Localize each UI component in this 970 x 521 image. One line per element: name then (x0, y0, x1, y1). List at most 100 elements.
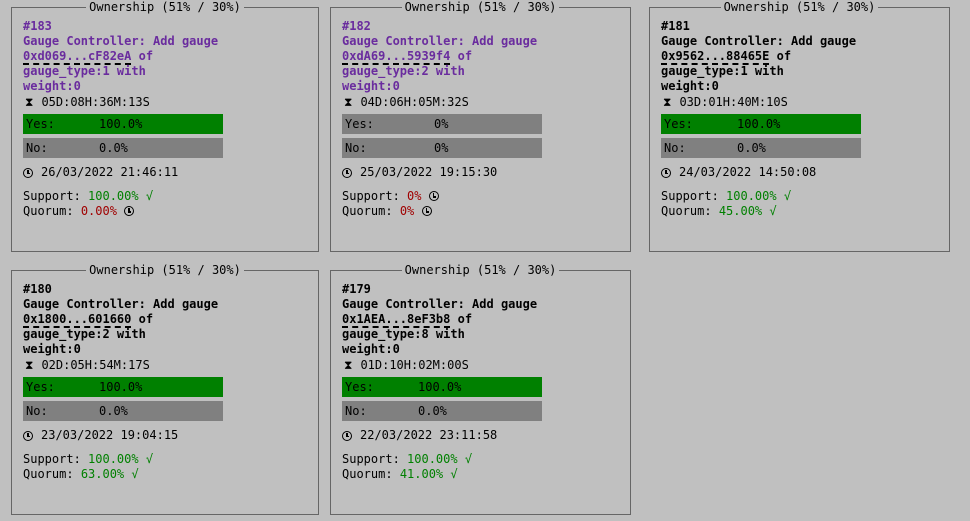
gauge-address[interactable]: 0xd069...cF82eA (23, 49, 132, 65)
proposal-title-line1: Gauge Controller: Add gauge (342, 297, 538, 311)
proposal-title-line2: 0x1800...601660 of (23, 312, 323, 328)
yes-label: Yes: (26, 117, 55, 131)
quorum-label: Quorum: (342, 204, 393, 218)
gauge-address[interactable]: 0xdA69...5939f4 (342, 49, 451, 65)
quorum-label: Quorum: (342, 467, 393, 481)
time-remaining: ⧗ 05D:08H:36M:13S (23, 95, 323, 110)
yes-percent: 100.0% (418, 380, 462, 394)
gauge-address[interactable]: 0x1800...601660 (23, 312, 132, 328)
proposal-stats: Support: 100.00% √ Quorum: 45.00% √ (661, 189, 961, 219)
hourglass-icon: ⧗ (25, 358, 34, 372)
date-value: 24/03/2022 14:50:08 (679, 165, 817, 179)
support-value: 100.00% √ (407, 452, 473, 466)
proposal-title-line2: 0x9562...88465E of (661, 49, 961, 65)
card-legend: Ownership (51% / 30%) (12, 263, 318, 277)
no-percent: 0.0% (418, 404, 447, 418)
proposal-title[interactable]: Gauge Controller: Add gauge 0xdA69...593… (342, 34, 642, 94)
title-of: of (131, 312, 154, 326)
timer-value: 03D:01H:40M:10S (679, 95, 788, 109)
proposal-title[interactable]: Gauge Controller: Add gauge 0x1800...601… (23, 297, 323, 357)
yes-label: Yes: (345, 380, 374, 394)
proposal-title-line4: weight:0 (23, 342, 81, 356)
proposal-title-line3: gauge_type:1 with (661, 64, 784, 78)
proposal-title[interactable]: Gauge Controller: Add gauge 0x1AEA...8eF… (342, 297, 642, 357)
proposal-title-line1: Gauge Controller: Add gauge (342, 34, 538, 48)
no-label: No: (26, 404, 48, 418)
card-body: #181 Gauge Controller: Add gauge 0x9562.… (661, 19, 961, 219)
date-value: 23/03/2022 19:04:15 (41, 428, 179, 442)
gauge-address[interactable]: 0x1AEA...8eF3b8 (342, 312, 451, 328)
proposal-number[interactable]: #181 (661, 19, 961, 34)
time-remaining: ⧗ 02D:05H:54M:17S (23, 358, 323, 373)
no-label: No: (345, 404, 367, 418)
hourglass-icon: ⧗ (344, 358, 353, 372)
quorum-row: Quorum: 0% (342, 204, 642, 219)
no-percent: 0% (434, 141, 449, 155)
clock-icon (661, 167, 671, 178)
proposal-date: 24/03/2022 14:50:08 (661, 165, 961, 180)
no-label: No: (664, 141, 686, 155)
time-remaining: ⧗ 04D:06H:05M:32S (342, 95, 642, 110)
proposal-title[interactable]: Gauge Controller: Add gauge 0xd069...cF8… (23, 34, 323, 94)
support-label: Support: (342, 189, 400, 203)
timer-value: 04D:06H:05M:32S (360, 95, 469, 109)
yes-bar: Yes: 100.0% (23, 114, 223, 134)
yes-label: Yes: (26, 380, 55, 394)
proposal-card-181: Ownership (51% / 30%) #181 Gauge Control… (649, 0, 950, 252)
quorum-row: Quorum: 0.00% (23, 204, 323, 219)
hourglass-icon: ⧗ (344, 95, 353, 109)
yes-label: Yes: (664, 117, 693, 131)
support-label: Support: (23, 189, 81, 203)
yes-label: Yes: (345, 117, 374, 131)
yes-percent: 100.0% (99, 117, 143, 131)
proposal-number[interactable]: #182 (342, 19, 642, 34)
proposal-card-179: Ownership (51% / 30%) #179 Gauge Control… (330, 263, 631, 515)
yes-bar: Yes: 100.0% (661, 114, 861, 134)
support-row: Support: 100.00% √ (23, 452, 323, 467)
proposal-stats: Support: 100.00% √ Quorum: 41.00% √ (342, 452, 642, 482)
quorum-row: Quorum: 45.00% √ (661, 204, 961, 219)
proposal-date: 22/03/2022 23:11:58 (342, 428, 642, 443)
time-remaining: ⧗ 01D:10H:02M:00S (342, 358, 642, 373)
card-body: #183 Gauge Controller: Add gauge 0xd069.… (23, 19, 323, 219)
proposal-number[interactable]: #179 (342, 282, 642, 297)
proposal-title[interactable]: Gauge Controller: Add gauge 0x9562...884… (661, 34, 961, 94)
proposal-title-line3: gauge_type:2 with (23, 327, 146, 341)
gauge-address[interactable]: 0x9562...88465E (661, 49, 770, 65)
proposal-title-line2: 0xdA69...5939f4 of (342, 49, 642, 65)
yes-percent: 0% (434, 117, 449, 131)
hourglass-icon: ⧗ (25, 95, 34, 109)
support-row: Support: 100.00% √ (342, 452, 642, 467)
clock-icon (23, 430, 33, 441)
card-legend: Ownership (51% / 30%) (12, 0, 318, 14)
proposal-title-line4: weight:0 (342, 342, 400, 356)
support-value: 100.00% √ (88, 452, 154, 466)
no-percent: 0.0% (99, 404, 128, 418)
no-label: No: (345, 141, 367, 155)
proposal-number[interactable]: #183 (23, 19, 323, 34)
proposal-title-line3: gauge_type:8 with (342, 327, 465, 341)
proposal-stats: Support: 0% Quorum: 0% (342, 189, 642, 219)
proposal-title-line1: Gauge Controller: Add gauge (23, 297, 219, 311)
date-value: 26/03/2022 21:46:11 (41, 165, 179, 179)
quorum-value: 45.00% √ (718, 204, 777, 218)
proposal-date: 23/03/2022 19:04:15 (23, 428, 323, 443)
card-body: #180 Gauge Controller: Add gauge 0x1800.… (23, 282, 323, 482)
time-remaining: ⧗ 03D:01H:40M:10S (661, 95, 961, 110)
timer-value: 01D:10H:02M:00S (360, 358, 469, 372)
proposal-title-line3: gauge_type:1 with (23, 64, 146, 78)
quorum-label: Quorum: (23, 204, 74, 218)
yes-bar: Yes: 100.0% (23, 377, 223, 397)
date-value: 22/03/2022 23:11:58 (360, 428, 498, 442)
proposal-title-line1: Gauge Controller: Add gauge (23, 34, 219, 48)
title-of: of (450, 312, 473, 326)
support-row: Support: 100.00% √ (23, 189, 323, 204)
support-label: Support: (23, 452, 81, 466)
proposal-stats: Support: 100.00% √ Quorum: 63.00% √ (23, 452, 323, 482)
support-row: Support: 0% (342, 189, 642, 204)
proposal-number[interactable]: #180 (23, 282, 323, 297)
clock-icon (342, 430, 352, 441)
proposal-title-line4: weight:0 (23, 79, 81, 93)
proposal-title-line1: Gauge Controller: Add gauge (661, 34, 857, 48)
card-legend: Ownership (51% / 30%) (331, 263, 630, 277)
